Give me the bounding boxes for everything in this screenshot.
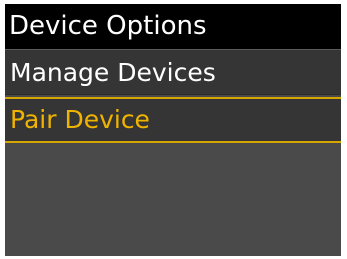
menu-item-label: Pair Device — [10, 105, 150, 134]
page-title-bar: Device Options — [5, 4, 341, 49]
menu-item-manage-devices[interactable]: Manage Devices — [5, 49, 341, 95]
menu-item-label: Manage Devices — [10, 58, 216, 87]
page-title: Device Options — [9, 11, 207, 41]
device-options-menu: Manage Devices Pair Device — [5, 49, 341, 143]
device-screen: Device Options Manage Devices Pair Devic… — [5, 4, 341, 256]
menu-item-pair-device[interactable]: Pair Device — [5, 97, 341, 143]
empty-menu-area — [5, 144, 341, 256]
